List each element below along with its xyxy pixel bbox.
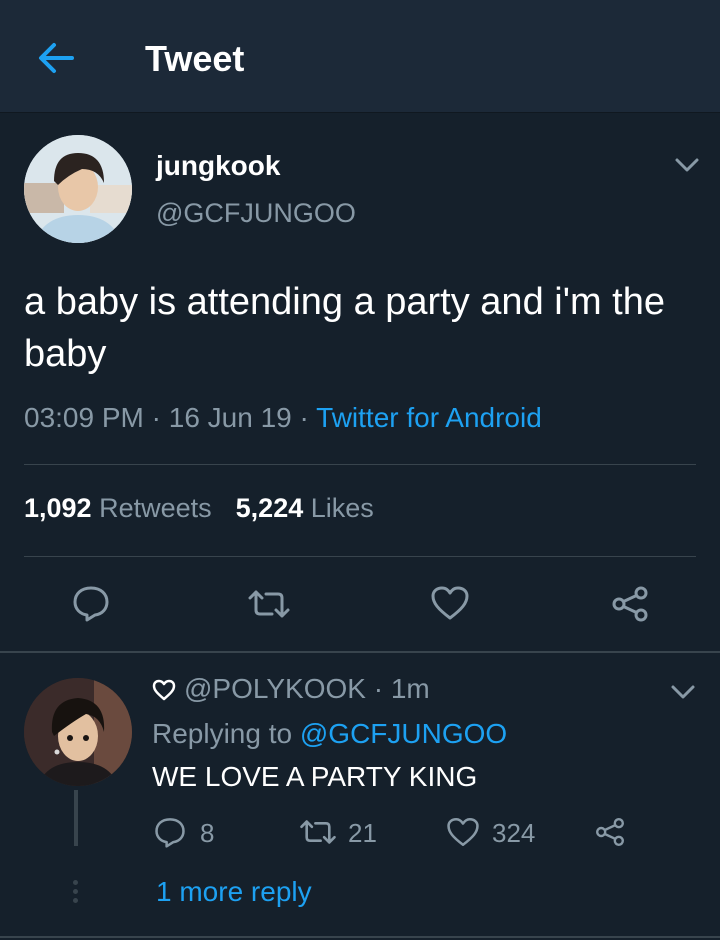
page-title: Tweet (145, 38, 245, 79)
reply-reply-count: 8 (200, 818, 215, 848)
divider (24, 556, 696, 557)
section-divider (0, 936, 720, 938)
share-icon (596, 818, 624, 846)
top-bar: Tweet (0, 0, 720, 113)
share-icon (612, 586, 648, 622)
reply-text: WE LOVE A PARTY KING (152, 761, 478, 792)
like-button[interactable] (430, 585, 470, 626)
chevron-down-icon (675, 158, 699, 172)
reply-retweet-count: 21 (348, 818, 377, 848)
author-avatar[interactable] (24, 135, 132, 243)
like-count: 5,224 (235, 493, 304, 523)
tweet-options-button[interactable] (672, 154, 702, 176)
retweet-count: 1,092 (24, 493, 92, 523)
share-button[interactable] (610, 584, 650, 629)
reply-time: · 1m (373, 673, 430, 704)
retweet-icon (300, 820, 336, 844)
reply-like-count: 324 (492, 818, 536, 848)
heart-icon (431, 586, 469, 620)
reply-reply-button[interactable] (154, 816, 186, 853)
thread-line (74, 790, 78, 846)
reply-share-button[interactable] (594, 816, 626, 853)
tweet-meta: 03:09 PM · 16 Jun 19 · Twitter for Andro… (24, 402, 542, 434)
comment-icon (73, 586, 109, 622)
reply-like-button[interactable] (446, 816, 480, 853)
tweet-date: 16 Jun 19 (168, 402, 292, 433)
tweet-stats: 1,092 Retweets 5,224 Likes (24, 493, 374, 524)
more-replies-link[interactable]: 1 more reply (156, 876, 312, 908)
author-handle[interactable]: @GCFJUNGOO (156, 198, 356, 229)
retweet-button[interactable] (246, 588, 292, 625)
thread-dot (73, 889, 78, 894)
retweet-icon (248, 590, 290, 618)
chevron-down-icon (671, 685, 695, 699)
meta-separator: · (143, 402, 169, 433)
meta-separator: · (291, 402, 317, 433)
section-divider (0, 651, 720, 653)
retweets-stat[interactable]: 1,092 Retweets (24, 493, 212, 523)
reply-handle[interactable]: @POLYKOOK (184, 673, 366, 704)
tweet-time: 03:09 PM (24, 402, 144, 433)
replying-label: Replying to (152, 718, 293, 749)
likes-label: Likes (310, 493, 374, 523)
reply-options-button[interactable] (668, 681, 698, 703)
reply-retweet-button[interactable] (298, 818, 338, 851)
thread-dot (73, 880, 78, 885)
thread-dot (73, 898, 78, 903)
retweets-label: Retweets (99, 493, 212, 523)
arrow-left-icon (39, 43, 74, 73)
back-button[interactable] (36, 40, 76, 76)
tweet-source-link[interactable]: Twitter for Android (316, 402, 542, 433)
heart-icon (447, 817, 479, 847)
replying-to: Replying to @GCFJUNGOO (152, 718, 507, 750)
tweet-text: a baby is attending a party and i'm the … (24, 281, 665, 375)
divider (24, 464, 696, 465)
reply-header: @POLYKOOK · 1m (152, 673, 430, 708)
replying-to-handle[interactable]: @GCFJUNGOO (300, 718, 507, 749)
heart-outline-icon (152, 676, 176, 708)
reply-author-avatar[interactable] (24, 678, 132, 786)
likes-stat[interactable]: 5,224 Likes (236, 493, 374, 523)
comment-icon (155, 818, 185, 848)
reply-button[interactable] (72, 584, 110, 627)
author-name[interactable]: jungkook (156, 150, 280, 182)
